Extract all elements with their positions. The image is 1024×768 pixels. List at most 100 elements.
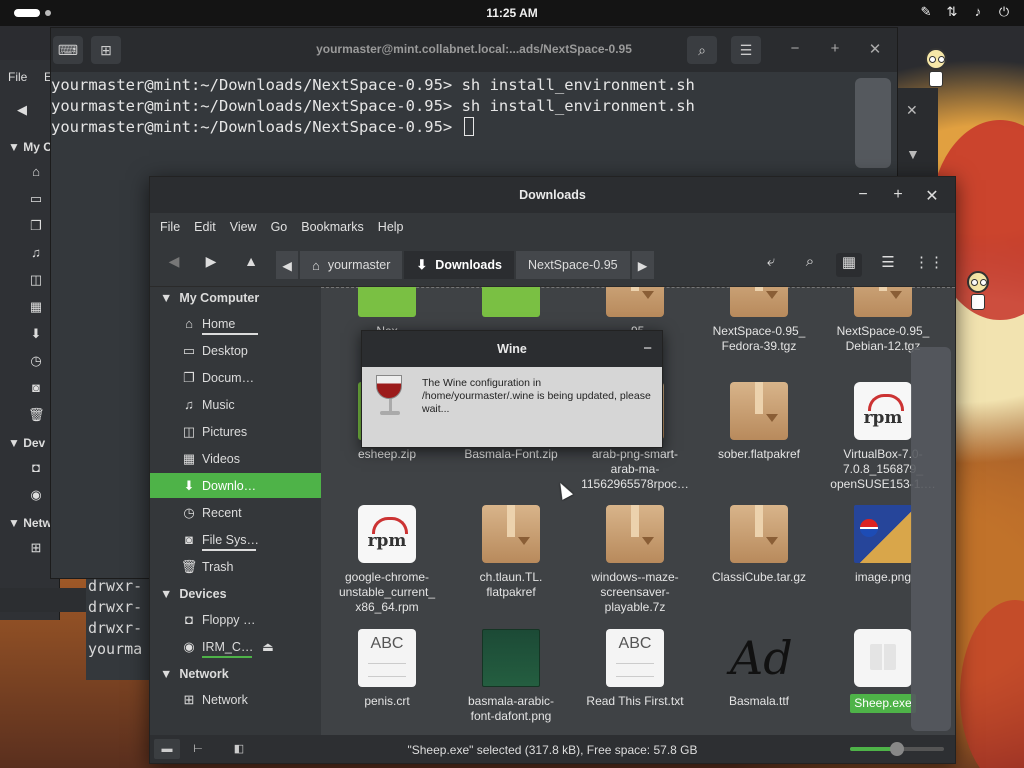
forward-icon[interactable]: ▶ bbox=[199, 253, 223, 275]
terminal-line: yourmaster@mint:~/Downloads/NextSpace-0.… bbox=[51, 76, 695, 94]
menu-view[interactable]: View bbox=[230, 220, 257, 234]
search-icon[interactable]: ⌕ bbox=[797, 253, 823, 277]
sidebar-item-home[interactable]: ⌂ Home bbox=[150, 311, 321, 336]
up-icon[interactable]: ▲ bbox=[239, 253, 263, 275]
toggle-location-icon[interactable]: ⤶ bbox=[758, 253, 784, 277]
desktop-sheep-mascot[interactable] bbox=[925, 48, 947, 88]
sidebar-header-devices[interactable]: ▼ Devices bbox=[160, 587, 227, 601]
sidebar-item-desktop[interactable]: ▭ Desktop bbox=[150, 338, 321, 363]
maximize-icon[interactable]: + bbox=[825, 40, 845, 57]
videos-icon[interactable]: ▦ bbox=[28, 299, 44, 315]
file-name: ClassiCube.tar.gz bbox=[711, 570, 807, 584]
eject-icon[interactable]: ⏏ bbox=[262, 639, 274, 654]
sidebar-item-trash[interactable]: 🗑 Trash bbox=[150, 554, 321, 579]
documents-icon[interactable]: ❐ bbox=[28, 218, 44, 234]
sidebar-item-pictures[interactable]: ◫ Pictures bbox=[150, 419, 321, 444]
chevron-down-icon[interactable]: ▼ bbox=[906, 146, 920, 162]
menu-edit[interactable]: Edit bbox=[194, 220, 216, 234]
sidebar-item-downloads[interactable]: ⬇ Downlo… bbox=[150, 473, 321, 498]
zoom-slider-handle[interactable] bbox=[890, 742, 904, 756]
file-item[interactable]: sober.flatpakref bbox=[697, 382, 821, 462]
pen-icon[interactable]: ✎ bbox=[918, 4, 934, 20]
home-icon[interactable]: ⌂ bbox=[28, 164, 44, 180]
filesystem-icon[interactable]: ◙ bbox=[28, 380, 44, 396]
minimize-icon[interactable]: − bbox=[854, 186, 872, 204]
file-item[interactable]: rpm google-chrome- unstable_current_ x86_… bbox=[325, 505, 449, 615]
image-file-icon bbox=[854, 505, 912, 563]
minimize-icon[interactable]: − bbox=[785, 40, 805, 57]
breadcrumb-right-arrow[interactable]: ▶ bbox=[631, 251, 654, 279]
terminal-line: drwxr- bbox=[88, 619, 143, 637]
volume-icon[interactable]: ♪ bbox=[970, 4, 986, 20]
system-tray: ✎ ⇅ ♪ ⏻ bbox=[918, 4, 1012, 20]
file-item[interactable]: basmala-arabic- font-dafont.png bbox=[449, 629, 573, 724]
close-icon[interactable]: ✕ bbox=[923, 186, 941, 206]
breadcrumb-left-arrow[interactable]: ◀ bbox=[276, 251, 298, 279]
close-icon[interactable]: ✕ bbox=[865, 40, 885, 58]
file-grid-scrollbar[interactable] bbox=[911, 347, 951, 731]
back-icon[interactable]: ◀ bbox=[162, 253, 186, 275]
download-icon[interactable]: ⬇ bbox=[28, 326, 44, 342]
file-item[interactable]: Ad Basmala.ttf bbox=[697, 629, 821, 709]
sidebar-item-documents[interactable]: ❐ Docum… bbox=[150, 365, 321, 390]
clock[interactable]: 11:25 AM bbox=[0, 6, 1024, 20]
floppy-icon[interactable]: ◘ bbox=[28, 460, 44, 476]
sidebar-item-irm-disc[interactable]: ◉ IRM_C… ⏏ bbox=[150, 634, 321, 659]
network-icon[interactable]: ⇅ bbox=[944, 4, 960, 20]
zoom-slider[interactable] bbox=[850, 742, 944, 756]
menu-icon[interactable]: ☰ bbox=[731, 36, 761, 64]
terminal-title: yourmaster@mint.collabnet.local:...ads/N… bbox=[316, 42, 632, 56]
file-item[interactable] bbox=[449, 287, 573, 324]
maximize-icon[interactable]: + bbox=[889, 186, 907, 204]
menu-bar: File Edit View Go Bookmarks Help bbox=[150, 213, 955, 241]
sidebar-item-floppy[interactable]: ◘ Floppy … bbox=[150, 607, 321, 632]
download-icon: ⬇ bbox=[416, 257, 428, 272]
file-item[interactable]: NextSpace-0.95_ Debian-12.tgz bbox=[821, 287, 945, 354]
list-view-icon[interactable]: ☰ bbox=[875, 253, 901, 277]
menu-bookmarks[interactable]: Bookmarks bbox=[301, 220, 364, 234]
package-file-icon bbox=[854, 287, 912, 317]
file-item[interactable]: ClassiCube.tar.gz bbox=[697, 505, 821, 585]
back-icon[interactable]: ◀ bbox=[14, 102, 30, 118]
sidebar-header-my-computer[interactable]: ▼ My Computer bbox=[160, 291, 259, 305]
window-title: Downloads bbox=[519, 188, 586, 202]
wine-glass-icon bbox=[376, 375, 404, 421]
breadcrumb-downloads[interactable]: ⬇ Downloads bbox=[404, 251, 514, 279]
terminal-output[interactable]: yourmaster@mint:~/Downloads/NextSpace-0.… bbox=[51, 72, 897, 138]
desktop-icon[interactable]: ▭ bbox=[28, 191, 44, 207]
file-item[interactable]: ABC penis.crt bbox=[325, 629, 449, 709]
sidebar-header-network[interactable]: ▼ Network bbox=[160, 667, 229, 681]
file-item[interactable]: NextSpace-0.95_ Fedora-39.tgz bbox=[697, 287, 821, 354]
menu-help[interactable]: Help bbox=[378, 220, 404, 234]
top-panel: 11:25 AM ✎ ⇅ ♪ ⏻ bbox=[0, 0, 1024, 26]
file-item[interactable]: windows--maze- screensaver- playable.7z bbox=[573, 505, 697, 615]
minimize-icon[interactable]: − bbox=[643, 340, 652, 357]
menu-file[interactable]: File bbox=[8, 70, 27, 84]
power-icon[interactable]: ⏻ bbox=[996, 4, 1012, 20]
sidebar-item-music[interactable]: ♫ Music bbox=[150, 392, 321, 417]
disc-icon[interactable]: ◉ bbox=[28, 487, 44, 503]
menu-file[interactable]: File bbox=[160, 220, 180, 234]
sidebar-item-filesystem[interactable]: ◙ File Sys… bbox=[150, 527, 321, 552]
file-item[interactable]: ch.tlaun.TL. flatpakref bbox=[449, 505, 573, 600]
sidebar-item-videos[interactable]: ▦ Videos bbox=[150, 446, 321, 471]
network-icon[interactable]: ⊞ bbox=[28, 540, 44, 556]
search-icon[interactable]: ⌕ bbox=[687, 36, 717, 64]
terminal-line: drwxr- bbox=[88, 598, 143, 616]
sidebar-item-network[interactable]: ⊞ Network bbox=[150, 687, 321, 712]
trash-icon[interactable]: 🗑 bbox=[28, 407, 45, 423]
menu-go[interactable]: Go bbox=[271, 220, 288, 234]
terminal-scrollbar[interactable] bbox=[855, 78, 891, 168]
breadcrumb-nextspace[interactable]: NextSpace-0.95 bbox=[515, 251, 630, 279]
file-item[interactable]: ABC Read This First.txt bbox=[573, 629, 697, 709]
desktop-sheep-mascot[interactable] bbox=[967, 271, 989, 311]
network-icon: ⊞ bbox=[183, 691, 195, 707]
music-icon[interactable]: ♫ bbox=[28, 245, 44, 261]
icon-view-icon[interactable]: ▦ bbox=[836, 253, 862, 277]
breadcrumb-home[interactable]: ⌂ yourmaster bbox=[300, 251, 403, 279]
sidebar-item-recent[interactable]: ◷ Recent bbox=[150, 500, 321, 525]
pictures-icon[interactable]: ◫ bbox=[28, 272, 44, 288]
recent-icon[interactable]: ◷ bbox=[28, 353, 44, 369]
close-icon[interactable]: ✕ bbox=[906, 102, 918, 119]
compact-view-icon[interactable]: ⋮⋮ bbox=[914, 253, 944, 277]
